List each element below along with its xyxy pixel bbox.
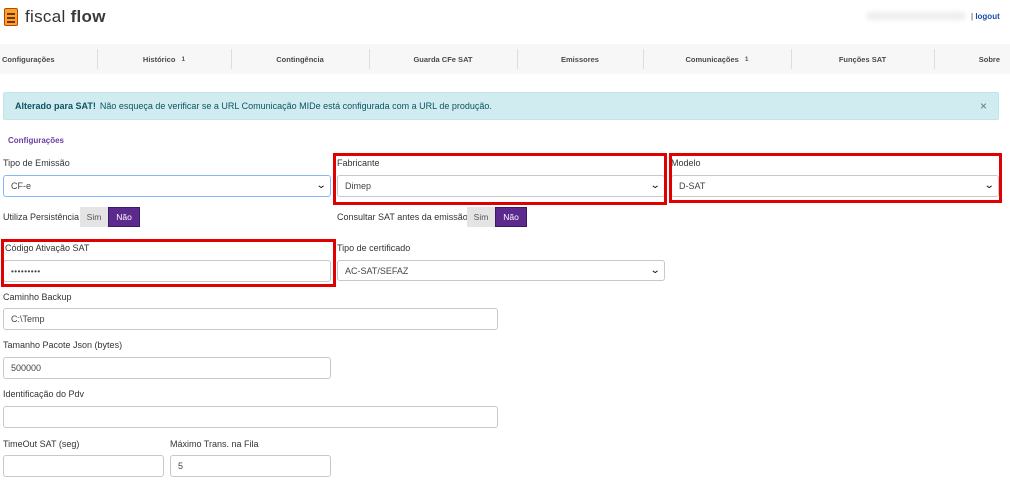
consultar-sat-nao[interactable]: Não (495, 207, 527, 227)
info-alert: Alterado para SAT! Não esqueça de verifi… (3, 92, 999, 120)
chevron-down-icon: ⌄ (315, 180, 327, 191)
modelo-label: Modelo (671, 158, 701, 168)
codigo-ativacao-label: Código Ativação SAT (5, 243, 90, 253)
nav-item-configuracoes[interactable]: Configurações (0, 44, 97, 74)
nav-item-guarda-cfe-sat[interactable]: Guarda CFe SAT (369, 44, 517, 74)
consultar-sat-label: Consultar SAT antes da emissão (337, 212, 468, 222)
alert-title: Alterado para SAT! (15, 101, 96, 111)
logout-link[interactable]: logout (975, 12, 999, 21)
nav-badge: 1 (181, 55, 186, 63)
app-logo[interactable]: fiscal flow (3, 6, 106, 28)
maximo-trans-input[interactable]: 5 (170, 455, 331, 477)
nav-item-contingencia[interactable]: Contingência (231, 44, 369, 74)
tipo-emissao-select[interactable]: CF-e ⌄ (3, 175, 331, 197)
close-icon[interactable]: × (980, 99, 987, 113)
tipo-certificado-select[interactable]: AC-SAT/SEFAZ ⌄ (337, 260, 665, 281)
nav-item-sobre[interactable]: Sobre (934, 44, 1010, 74)
nav-item-funcoes-sat[interactable]: Funções SAT (791, 44, 934, 74)
consultar-sat-toggle: Sim Não (467, 207, 527, 227)
main-nav: Configurações Histórico 1 Contingência Gu… (0, 44, 1010, 74)
chevron-down-icon: ⌄ (649, 180, 661, 191)
utiliza-persistencia-toggle: Sim Não (80, 207, 140, 227)
fabricante-select[interactable]: Dimep ⌄ (337, 175, 665, 197)
utiliza-persistencia-label: Utiliza Persistência (3, 212, 80, 222)
tamanho-pacote-input[interactable]: 500000 (3, 357, 331, 379)
utiliza-persistencia-sim[interactable]: Sim (80, 207, 108, 227)
identificacao-pdv-label: Identificação do Pdv (3, 389, 85, 399)
identificacao-pdv-input[interactable] (3, 406, 498, 428)
chevron-down-icon: ⌄ (983, 180, 995, 191)
nav-badge: 1 (744, 55, 749, 63)
logout-area: | logout (971, 12, 1000, 21)
alert-message: Não esqueça de verificar se a URL Comuni… (99, 101, 492, 111)
nav-item-comunicacoes[interactable]: Comunicações 1 (643, 44, 791, 74)
utiliza-persistencia-nao[interactable]: Não (108, 207, 140, 227)
tipo-certificado-label: Tipo de certificado (337, 243, 411, 253)
consultar-sat-sim[interactable]: Sim (467, 207, 495, 227)
tamanho-pacote-label: Tamanho Pacote Json (bytes) (3, 340, 123, 350)
timeout-sat-label: TimeOut SAT (seg) (3, 439, 80, 449)
caminho-backup-label: Caminho Backup (3, 292, 72, 302)
section-title: Configurações (8, 136, 65, 145)
caminho-backup-input[interactable]: C:\Temp (3, 308, 498, 330)
nav-item-emissores[interactable]: Emissores (517, 44, 643, 74)
brand-name: fiscal flow (25, 7, 106, 26)
nav-item-historico[interactable]: Histórico 1 (97, 44, 231, 74)
tipo-emissao-label: Tipo de Emissão (3, 158, 70, 168)
timeout-sat-input[interactable] (3, 455, 164, 477)
user-name-redacted (866, 12, 966, 20)
modelo-select[interactable]: D-SAT ⌄ (671, 175, 999, 197)
document-logo-icon (3, 7, 19, 27)
maximo-trans-label: Máximo Trans. na Fila (170, 439, 259, 449)
chevron-down-icon: ⌄ (649, 265, 661, 276)
fabricante-label: Fabricante (337, 158, 380, 168)
codigo-ativacao-input[interactable]: ••••••••• (3, 260, 331, 282)
